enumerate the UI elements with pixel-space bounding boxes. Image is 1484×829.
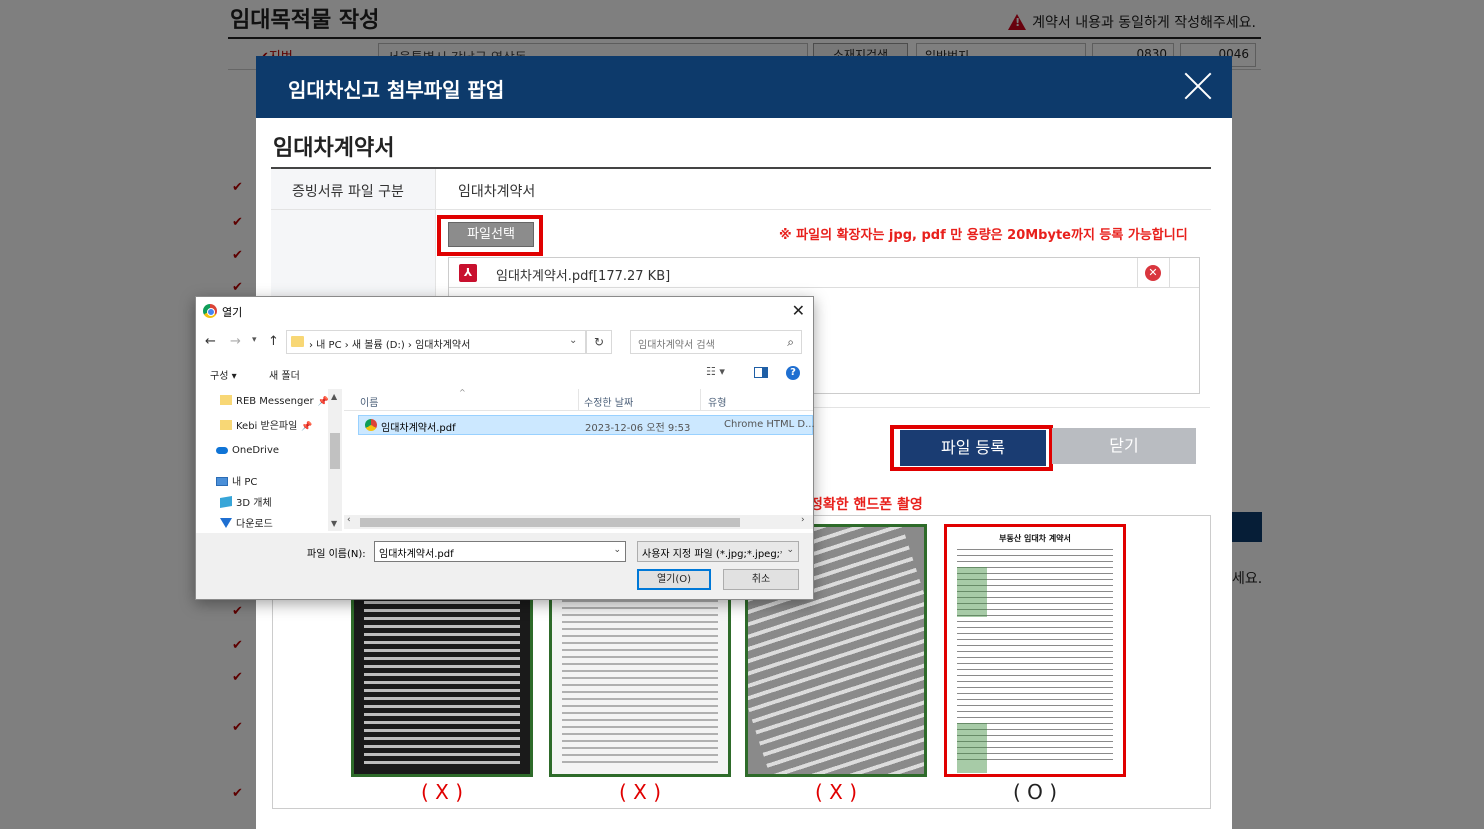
doc-type-value: 임대차계약서 <box>458 184 536 200</box>
chevron-down-icon[interactable]: ⌄ <box>569 335 577 346</box>
nav-item-label: OneDrive <box>232 445 280 456</box>
column-name[interactable]: 이름 <box>360 394 378 409</box>
chrome-icon <box>203 304 217 318</box>
extension-notice: ※ 파일의 확장자는 jpg, pdf 만 용량은 20Mbyte까지 등록 가… <box>779 228 1188 243</box>
nav-item-onedrive[interactable]: OneDrive <box>216 445 279 456</box>
doc-type-label: 증빙서류 파일 구분 <box>292 184 404 200</box>
help-icon[interactable]: ? <box>786 366 800 380</box>
sort-indicator-icon: ^ <box>459 388 466 397</box>
file-type-filter[interactable]: 사용자 지정 파일 (*.jpg;*.jpeg;* ⌄ <box>637 541 799 562</box>
nav-item-kebi[interactable]: Kebi 받은파일 📌 <box>220 417 313 432</box>
dialog-titlebar: 열기 ✕ <box>196 297 813 325</box>
download-icon <box>220 518 232 528</box>
close-icon[interactable] <box>1182 70 1214 102</box>
bad-example-mark: ( X ) <box>420 780 464 804</box>
column-divider <box>578 389 579 411</box>
address-path: › 내 PC › 새 볼륨 (D:) › 임대차계약서 <box>309 340 471 351</box>
pc-icon <box>216 477 228 486</box>
column-type[interactable]: 유형 <box>708 394 726 409</box>
nav-item-label: 3D 개체 <box>236 498 272 509</box>
chevron-down-icon[interactable]: ⌄ <box>613 545 621 555</box>
attached-file-row: ⅄ 임대차계약서.pdf[177.27 KB] ✕ <box>449 258 1199 288</box>
file-item-date: 2023-12-06 오전 9:53 <box>585 423 691 434</box>
nav-scroll-thumb[interactable] <box>330 433 340 469</box>
delete-file-icon[interactable]: ✕ <box>1145 265 1161 281</box>
good-example-mark: ( O ) <box>1012 780 1058 804</box>
filename-value: 임대차계약서.pdf <box>379 549 454 560</box>
modal-header: 임대차신고 첨부파일 팝업 <box>256 56 1232 118</box>
folder-icon <box>220 395 232 405</box>
attached-file-name[interactable]: 임대차계약서.pdf[177.27 KB] <box>496 265 670 284</box>
close-icon[interactable]: ✕ <box>792 301 805 320</box>
file-list-item[interactable]: 임대차계약서.pdf 2023-12-06 오전 9:53 Chrome HTM… <box>358 415 815 435</box>
bad-example-mark: ( X ) <box>618 780 662 804</box>
column-divider <box>700 389 701 411</box>
cloud-icon <box>216 447 228 454</box>
close-button[interactable]: 닫기 <box>1052 428 1196 464</box>
nav-item-this-pc[interactable]: 내 PC <box>216 473 257 488</box>
recent-locations-icon[interactable]: ▾ <box>252 335 257 345</box>
scroll-up-icon[interactable]: ▲ <box>331 392 337 401</box>
nav-item-label: Kebi 받은파일 <box>236 421 298 432</box>
navigation-pane: REB Messenger 📌 Kebi 받은파일 📌 OneDrive 내 PC … <box>196 389 344 533</box>
filename-input[interactable]: 임대차계약서.pdf ⌄ <box>374 541 626 562</box>
good-example-image: 부동산 임대차 계약서 <box>944 524 1126 777</box>
dialog-title: 열기 <box>222 306 243 319</box>
scroll-left-icon[interactable]: ‹ <box>347 515 351 525</box>
nav-item-downloads[interactable]: 다운로드 <box>220 515 273 530</box>
nav-item-label: REB Messenger <box>236 396 314 407</box>
view-options-icon[interactable]: ☷ ▾ <box>706 365 725 378</box>
cancel-button[interactable]: 취소 <box>723 569 799 590</box>
example-doc-title: 부동산 임대차 계약서 <box>999 534 1071 543</box>
column-divider <box>1169 258 1170 288</box>
scroll-right-icon[interactable]: › <box>801 515 805 525</box>
refresh-icon[interactable]: ↻ <box>586 330 612 354</box>
search-placeholder: 임대차계약서 검색 <box>638 340 715 351</box>
nav-item-3d-objects[interactable]: 3D 개체 <box>220 494 272 509</box>
up-arrow-icon[interactable]: ↑ <box>268 334 279 349</box>
folder-icon <box>291 336 304 347</box>
pin-icon: 📌 <box>301 422 313 432</box>
file-item-name: 임대차계약서.pdf <box>381 423 456 434</box>
new-folder-button[interactable]: 새 폴더 <box>269 367 300 382</box>
column-header: 이름 ^ 수정한 날짜 유형 <box>344 388 813 411</box>
modal-title: 임대차신고 첨부파일 팝업 <box>288 78 505 102</box>
chevron-down-icon[interactable]: ⌄ <box>786 545 794 555</box>
search-input[interactable]: 임대차계약서 검색 ⌕ <box>630 330 802 354</box>
filename-label: 파일 이름(N): <box>307 549 366 560</box>
search-icon: ⌕ <box>787 335 794 349</box>
file-open-dialog: 열기 ✕ ← → ▾ ↑ › 내 PC › 새 볼륨 (D:) › 임대차계약서… <box>195 296 815 600</box>
file-list-pane: 이름 ^ 수정한 날짜 유형 임대차계약서.pdf 2023-12-06 오전 … <box>344 388 815 533</box>
back-arrow-icon[interactable]: ← <box>205 334 216 349</box>
scroll-down-icon[interactable]: ▼ <box>331 519 337 528</box>
row-divider <box>271 209 1211 210</box>
column-date[interactable]: 수정한 날짜 <box>584 394 633 409</box>
folder-icon <box>220 420 232 430</box>
open-button[interactable]: 열기(O) <box>637 569 711 590</box>
horizontal-scroll-thumb[interactable] <box>360 518 740 527</box>
column-divider <box>1137 258 1138 288</box>
preview-pane-icon[interactable] <box>754 367 768 378</box>
register-file-button[interactable]: 파일 등록 <box>900 430 1046 466</box>
dialog-toolbar: 구성 ▾ 새 폴더 ☷ ▾ ? <box>196 359 813 389</box>
dialog-footer: 파일 이름(N): 임대차계약서.pdf ⌄ 사용자 지정 파일 (*.jpg;… <box>196 533 813 599</box>
bad-example-mark: ( X ) <box>814 780 858 804</box>
section-title: 임대차계약서 <box>273 136 395 161</box>
file-type-filter-value: 사용자 지정 파일 (*.jpg;*.jpeg;* <box>642 549 782 560</box>
address-bar[interactable]: › 내 PC › 새 볼륨 (D:) › 임대차계약서 ⌄ <box>286 330 586 354</box>
nav-item-label: 내 PC <box>232 477 258 488</box>
file-item-type: Chrome HTML D... <box>724 419 815 430</box>
forward-arrow-icon[interactable]: → <box>230 334 241 349</box>
organize-menu[interactable]: 구성 ▾ <box>210 367 237 382</box>
pdf-icon: ⅄ <box>459 264 477 282</box>
file-select-button[interactable]: 파일선택 <box>448 222 534 247</box>
chrome-icon <box>365 419 377 431</box>
photo-caption: 정확한 핸드폰 촬영 <box>810 497 923 513</box>
nav-item-label: 다운로드 <box>236 519 273 530</box>
cube-icon <box>220 495 232 509</box>
nav-item-reb-messenger[interactable]: REB Messenger 📌 <box>220 395 329 407</box>
